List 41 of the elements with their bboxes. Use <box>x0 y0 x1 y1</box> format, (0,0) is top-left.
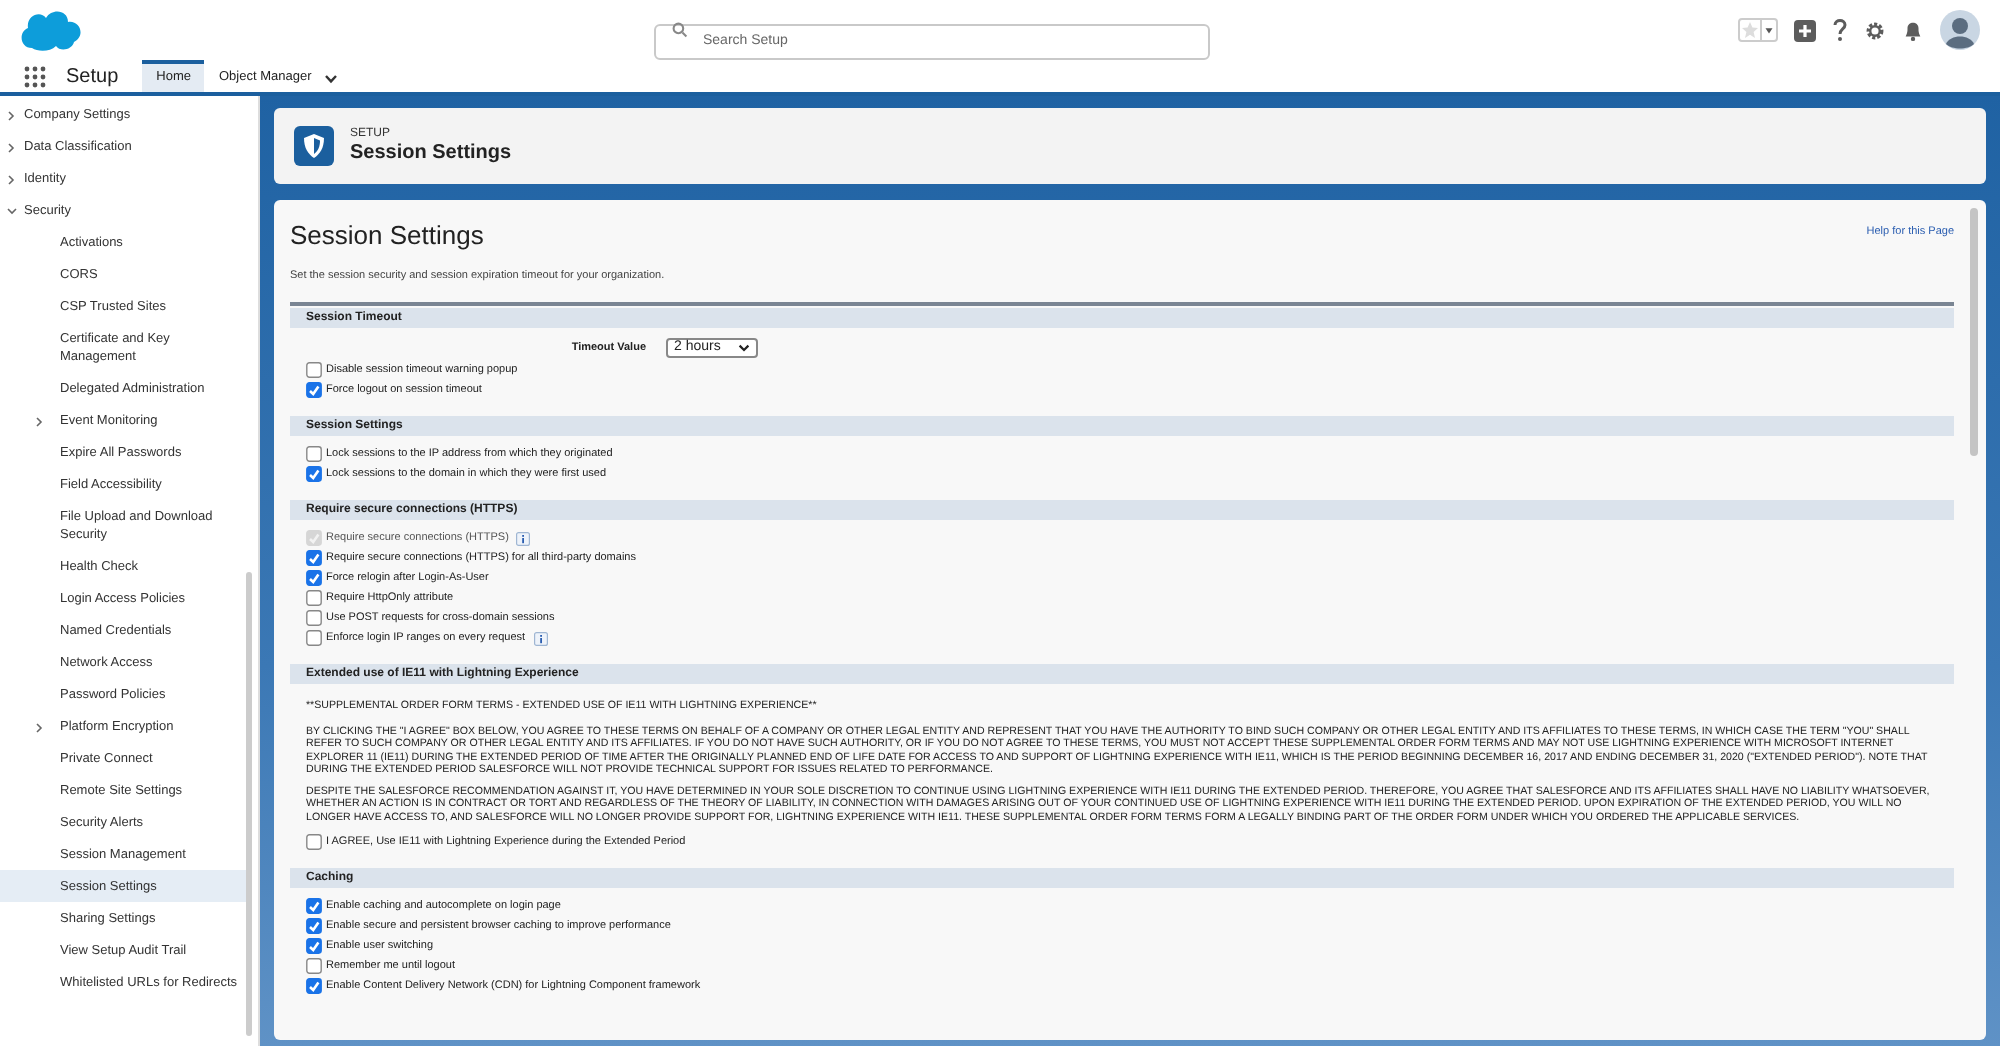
checkbox[interactable] <box>306 898 322 915</box>
search-icon <box>671 22 687 38</box>
chevron-right-icon <box>6 173 16 185</box>
star-icon <box>1740 20 1760 40</box>
checkbox[interactable] <box>306 918 322 935</box>
checkbox[interactable] <box>306 978 322 995</box>
app-launcher-icon[interactable] <box>24 65 46 87</box>
chevron-right-icon <box>34 721 44 733</box>
checkbox[interactable] <box>306 938 322 955</box>
chevron-right-icon <box>6 109 16 121</box>
app-name: Setup <box>66 63 119 91</box>
chevron-right-icon <box>6 141 16 153</box>
chevron-down-icon <box>6 205 18 215</box>
content-title: Session Settings <box>290 220 484 252</box>
avatar-icon[interactable] <box>1940 10 1980 50</box>
add-icon[interactable] <box>1794 19 1816 41</box>
favorites-button[interactable] <box>1738 18 1778 42</box>
checkbox[interactable] <box>306 610 322 627</box>
chevron-down-icon <box>738 343 750 352</box>
chevron-down-icon <box>323 73 338 83</box>
checkbox[interactable] <box>306 466 322 483</box>
info-icon[interactable] <box>533 631 548 646</box>
help-icon[interactable] <box>1832 18 1848 42</box>
settings-icon[interactable] <box>1864 19 1886 41</box>
scrollbar-thumb[interactable] <box>1970 208 1978 456</box>
checkbox[interactable] <box>306 834 322 851</box>
checkbox[interactable] <box>306 446 322 463</box>
cloud-logo[interactable] <box>16 8 84 52</box>
checkbox[interactable] <box>306 958 322 975</box>
checkbox[interactable] <box>306 630 322 647</box>
checkbox[interactable] <box>306 570 322 587</box>
checkbox[interactable] <box>306 590 322 607</box>
checkbox[interactable] <box>306 382 322 399</box>
page-title: Session Settings <box>350 141 512 165</box>
scrollbar-thumb[interactable] <box>246 572 252 1036</box>
bell-icon[interactable] <box>1902 19 1924 41</box>
shield-icon <box>294 126 334 166</box>
chevron-right-icon <box>34 415 44 427</box>
caret-icon <box>1760 20 1776 40</box>
checkbox[interactable] <box>306 550 322 567</box>
checkbox[interactable] <box>306 362 322 379</box>
